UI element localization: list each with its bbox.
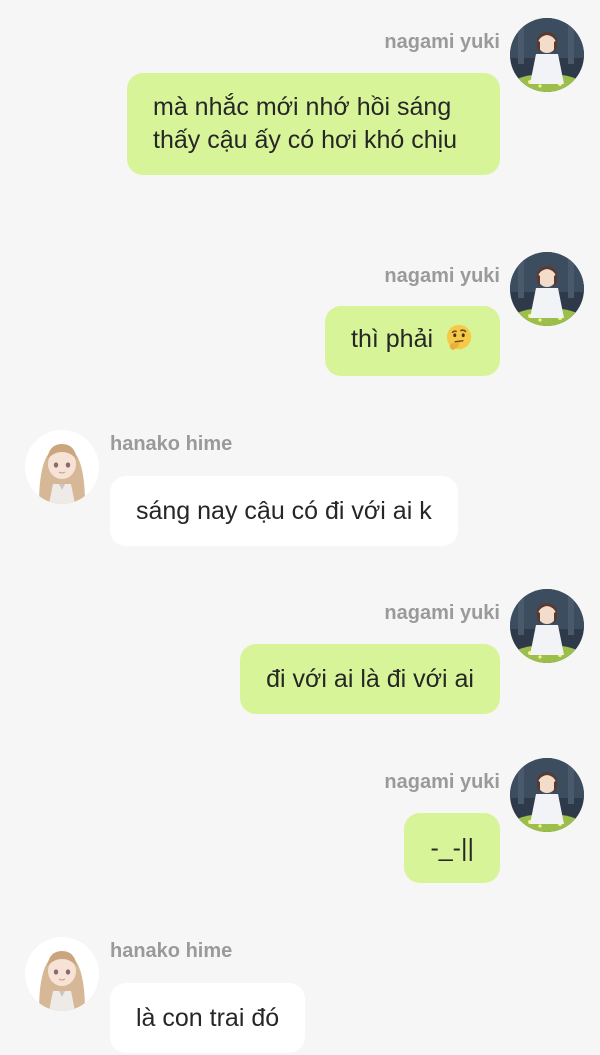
sender-name: hanako hime <box>110 940 233 962</box>
sender-name: nagami yuki <box>384 265 500 287</box>
message-bubble[interactable]: sáng nay cậu có đi với ai k <box>110 476 458 546</box>
message-text: sáng nay cậu có đi với ai k <box>136 497 432 525</box>
avatar[interactable] <box>25 430 99 504</box>
message-text: mà nhắc mới nhớ hồi sáng thấy cậu ấy có … <box>153 93 458 154</box>
sender-name: nagami yuki <box>384 602 500 624</box>
avatar[interactable] <box>510 758 584 832</box>
sender-name: nagami yuki <box>384 31 500 53</box>
message-bubble[interactable]: đi với ai là đi với ai <box>240 644 500 714</box>
thinking-face-icon <box>444 323 474 353</box>
message-bubble[interactable]: là con trai đó <box>110 983 306 1053</box>
sender-name: nagami yuki <box>384 771 500 793</box>
sender-name: hanako hime <box>110 433 233 455</box>
message-text: thì phải <box>351 325 434 353</box>
message-bubble[interactable]: mà nhắc mới nhớ hồi sáng thấy cậu ấy có … <box>127 73 500 175</box>
avatar[interactable] <box>510 589 584 663</box>
message-bubble[interactable]: thì phải <box>325 306 500 376</box>
message-text: đi với ai là đi với ai <box>266 665 474 693</box>
message-text: là con trai đó <box>136 1004 280 1032</box>
message-text: -_-|| <box>430 834 474 862</box>
avatar[interactable] <box>25 937 99 1011</box>
avatar[interactable] <box>510 18 584 92</box>
message-bubble[interactable]: -_-|| <box>404 813 500 883</box>
avatar[interactable] <box>510 252 584 326</box>
